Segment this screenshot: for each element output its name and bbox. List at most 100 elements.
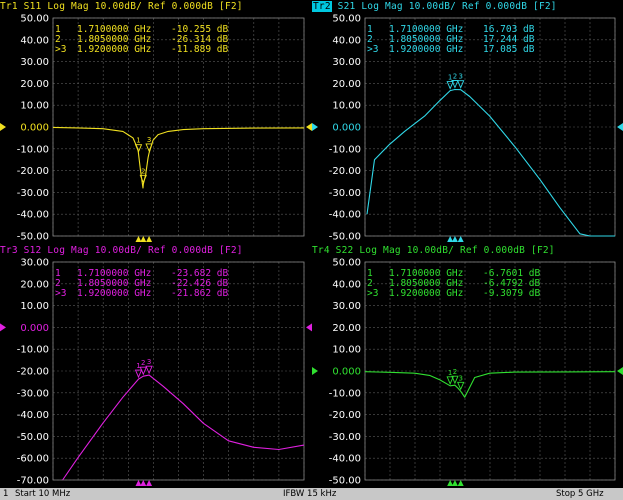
y-tick-label: -30.00 [17, 388, 49, 399]
marker-2-label: 2 [141, 359, 145, 367]
stimulus-marker-2-icon[interactable] [140, 480, 147, 486]
y-tick-label: 20.00 [20, 79, 49, 90]
ref-level-left-icon[interactable] [312, 367, 318, 375]
marker-row-freq: 1.9200000 GHz [77, 288, 151, 299]
status-bar: 1 Start 10 MHz IFBW 15 kHz Stop 5 GHz [0, 488, 623, 500]
marker-3-icon[interactable] [145, 365, 153, 375]
start-frequency[interactable]: Start 10 MHz [15, 488, 70, 500]
marker-row-freq: 1.9200000 GHz [77, 44, 151, 55]
stimulus-marker-2-icon[interactable] [140, 236, 147, 242]
y-tick-label: 50.00 [332, 14, 361, 25]
plot-area-tr4[interactable]: 50.00 40.00 30.00 20.00 10.00 0.000 -10.00 -20.… [312, 244, 623, 488]
y-tick-label: -20.00 [17, 166, 49, 177]
trace-panel-tr4[interactable]: 50.00 40.00 30.00 20.00 10.00 0.000 -10.00 -20.… [312, 244, 623, 488]
trace-line-tr3 [62, 374, 305, 481]
y-tick-label: 40.00 [332, 35, 361, 46]
y-tick-label: -40.00 [17, 210, 49, 221]
y-tick-label: -40.00 [329, 454, 361, 465]
marker-1-icon[interactable] [134, 144, 143, 153]
trace-panel-tr3[interactable]: 30.00 20.00 10.00 0.000 -10.00 -20.00 -30.00 -4… [0, 244, 312, 488]
y-tick-label: -10.00 [17, 345, 49, 356]
marker-row-value: -11.889 dB [171, 44, 228, 55]
plot-area-tr1[interactable]: 50.00 40.00 30.00 20.00 10.00 0.000 -10.00 -20.… [0, 0, 312, 244]
stimulus-marker-1-icon[interactable] [135, 236, 142, 242]
y-tick-label: 10.00 [332, 101, 361, 112]
y-tick-label: 30.00 [20, 258, 49, 269]
marker-table-tr1: 1 1.7100000 GHz -10.255 dB2 1.8050000 GHz -2… [55, 24, 228, 55]
marker-2-label: 2 [453, 368, 457, 376]
marker-row-id: >3 [367, 288, 378, 299]
marker-3-label: 3 [458, 374, 462, 382]
ref-level-right-icon[interactable] [617, 123, 623, 131]
marker-2-icon[interactable] [451, 375, 459, 385]
y-tick-label: 50.00 [20, 14, 49, 25]
y-tick-label: 20.00 [20, 279, 49, 290]
marker-row-id: >3 [55, 44, 66, 55]
y-tick-label: -20.00 [329, 410, 361, 421]
ref-level-left-icon[interactable] [0, 123, 6, 131]
trace-panel-tr2[interactable]: 50.00 40.00 30.00 20.00 10.00 0.000 -10.00 -20.… [312, 0, 623, 244]
stimulus-marker-3-icon[interactable] [457, 480, 464, 486]
y-tick-label: -40.00 [17, 410, 49, 421]
y-tick-label: 0.000 [20, 323, 49, 334]
plot-area-tr2[interactable]: 50.00 40.00 30.00 20.00 10.00 0.000 -10.00 -20.… [312, 0, 623, 244]
y-tick-label: -30.00 [329, 188, 361, 199]
ref-level-left-icon[interactable] [0, 323, 6, 332]
stimulus-marker-1-icon[interactable] [135, 480, 142, 486]
trace-title-tr4[interactable]: Tr4 S22 Log Mag 10.00dB/ Ref 0.000dB [F2… [312, 244, 623, 257]
trace-title-tr3[interactable]: Tr3 S12 Log Mag 10.00dB/ Ref 0.000dB [F2… [0, 244, 312, 257]
y-tick-label: 50.00 [332, 258, 361, 269]
y-tick-label: -50.00 [17, 432, 49, 443]
marker-1-label: 1 [136, 137, 140, 145]
stop-frequency[interactable]: Stop 5 GHz [556, 488, 604, 500]
stimulus-marker-2-icon[interactable] [451, 236, 458, 242]
y-tick-label: -20.00 [17, 367, 49, 378]
marker-row-id: >3 [367, 44, 378, 55]
stimulus-marker-2-icon[interactable] [451, 480, 458, 486]
marker-3-label: 3 [147, 358, 151, 366]
stimulus-marker-3-icon[interactable] [146, 236, 153, 242]
stimulus-marker-3-icon[interactable] [457, 236, 464, 242]
y-tick-label: 0.000 [20, 123, 49, 134]
marker-2-label: 2 [453, 73, 457, 81]
trace-title-tr2[interactable]: Tr2 S21 Log Mag 10.00dB/ Ref 0.000dB [F2… [312, 0, 623, 13]
channel-number: 1 [3, 489, 9, 499]
trace-panel-tr1[interactable]: 50.00 40.00 30.00 20.00 10.00 0.000 -10.00 -20.… [0, 0, 312, 244]
ifbw-setting[interactable]: IFBW 15 kHz [283, 488, 336, 500]
y-tick-label: 10.00 [20, 101, 49, 112]
marker-row-freq: 1.9200000 GHz [389, 44, 463, 55]
marker-2-icon[interactable] [451, 80, 459, 89]
y-tick-label: -60.00 [17, 454, 49, 465]
marker-row-value: 17.085 dB [483, 44, 535, 55]
y-tick-label: 40.00 [20, 35, 49, 46]
stimulus-marker-1-icon[interactable] [447, 236, 454, 242]
y-tick-label: 0.000 [332, 123, 361, 134]
y-tick-label: -40.00 [329, 210, 361, 221]
marker-3-icon[interactable] [457, 80, 465, 89]
ref-level-right-icon[interactable] [617, 367, 623, 375]
y-tick-label: -50.00 [329, 476, 361, 487]
y-tick-label: 30.00 [332, 301, 361, 312]
marker-table-tr2: 1 1.7100000 GHz 16.703 dB2 1.8050000 GHz 17.… [367, 24, 535, 55]
marker-row-value: -21.862 dB [171, 288, 228, 299]
y-tick-label: -20.00 [329, 166, 361, 177]
marker-table-tr3: 1 1.7100000 GHz -23.682 dB2 1.8050000 GHz -2… [55, 268, 228, 299]
vna-screen: 50.00 40.00 30.00 20.00 10.00 0.000 -10.00 -20.… [0, 0, 623, 500]
marker-3-label: 3 [147, 136, 151, 144]
active-trace-badge[interactable]: Tr2 [312, 1, 332, 12]
y-tick-label: 30.00 [20, 57, 49, 68]
y-tick-label: 20.00 [332, 323, 361, 334]
y-tick-label: -50.00 [17, 232, 49, 243]
trace-title-tr1[interactable]: Tr1 S11 Log Mag 10.00dB/ Ref 0.000dB [F2… [0, 0, 312, 13]
marker-row-value: -9.3079 dB [483, 288, 540, 299]
marker-table-tr4: 1 1.7100000 GHz -6.7601 dB2 1.8050000 GHz -6… [367, 268, 540, 299]
y-tick-label: -70.00 [17, 476, 49, 487]
ref-level-left-icon[interactable] [312, 123, 318, 131]
y-tick-label: 0.000 [332, 367, 361, 378]
stimulus-marker-1-icon[interactable] [447, 480, 454, 486]
marker-row-id: >3 [55, 288, 66, 299]
plot-area-tr3[interactable]: 30.00 20.00 10.00 0.000 -10.00 -20.00 -30.00 -4… [0, 244, 312, 488]
marker-1-icon[interactable] [446, 81, 454, 90]
stimulus-marker-3-icon[interactable] [146, 480, 153, 486]
y-tick-label: -10.00 [329, 144, 361, 155]
